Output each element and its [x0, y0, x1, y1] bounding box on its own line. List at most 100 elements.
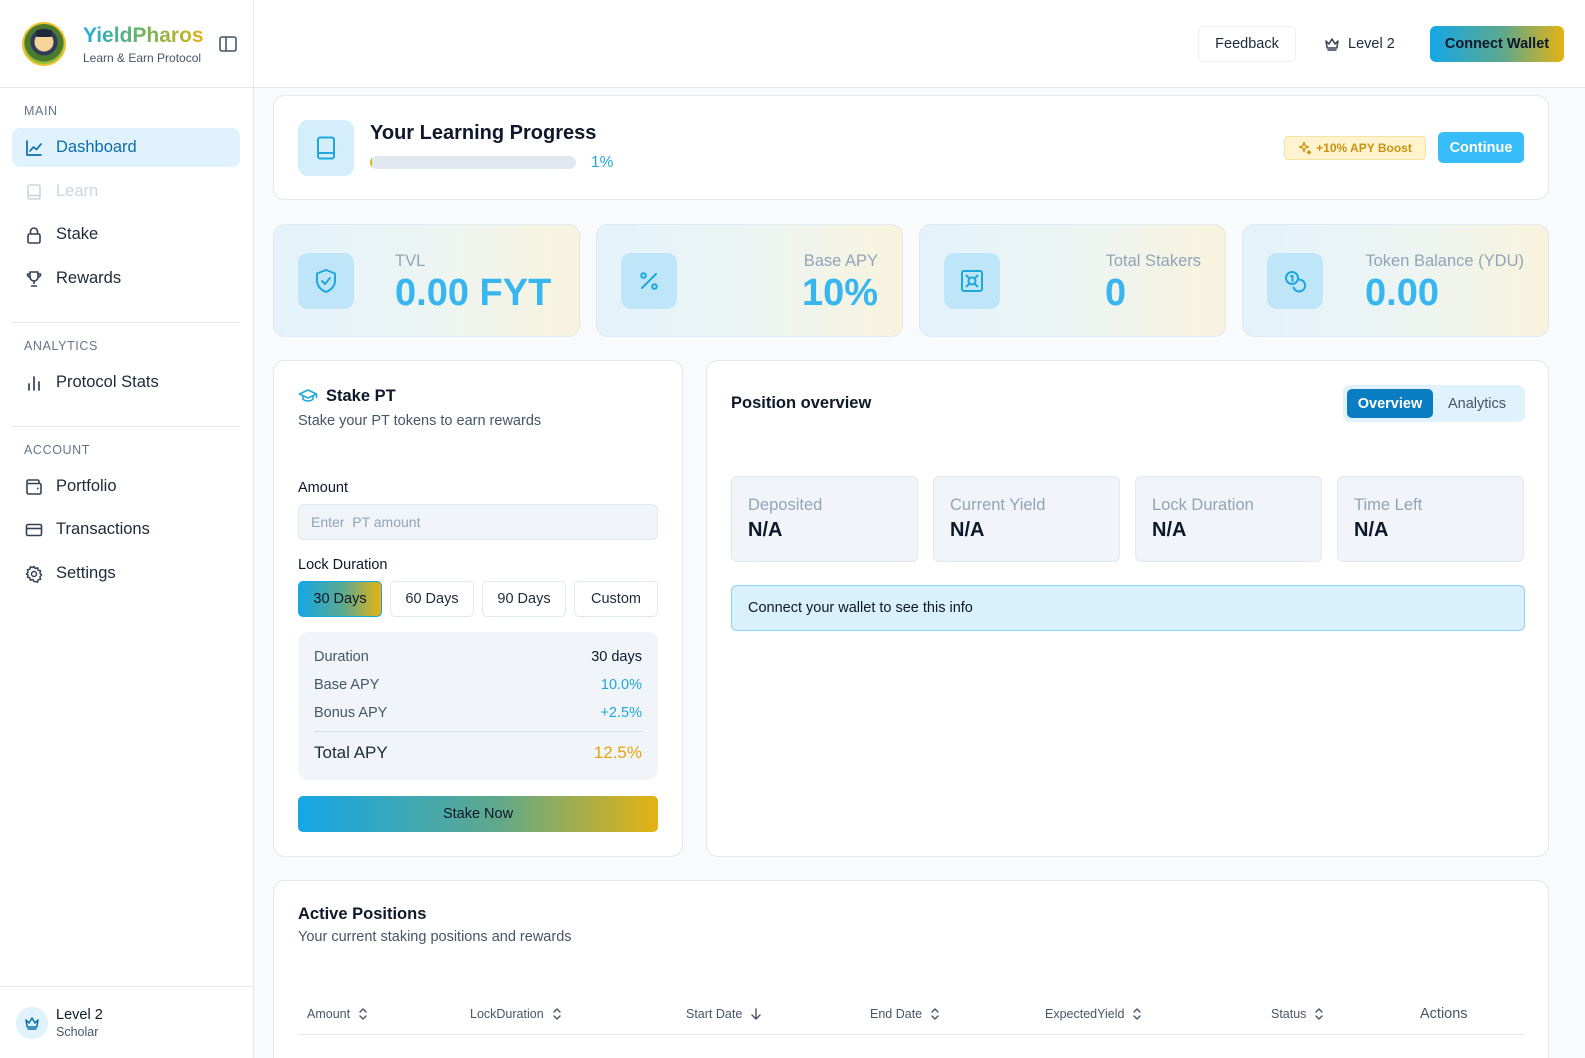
lock-icon — [24, 225, 44, 245]
column-header-lock-duration[interactable]: LockDuration — [470, 1005, 562, 1023]
stat-card-tvl: TVL 0.00 FYT — [273, 224, 580, 337]
column-header-label: Start Date — [686, 1007, 743, 1021]
summary-key: Base APY — [314, 677, 380, 693]
active-positions-subtitle: Your current staking positions and rewar… — [298, 929, 572, 945]
table-header-divider — [298, 1034, 1524, 1035]
stat-label: Base APY — [803, 252, 878, 270]
sort-descending-icon — [751, 1008, 761, 1020]
continue-button[interactable]: Continue — [1438, 132, 1524, 163]
duration-30-days-button[interactable]: 30 Days — [298, 581, 382, 617]
duration-60-days-button[interactable]: 60 Days — [390, 581, 474, 617]
sidebar-item-protocol-stats[interactable]: Protocol Stats — [12, 363, 240, 402]
level-indicator[interactable]: Level 2 — [1324, 26, 1395, 62]
progress-percent: 1% — [591, 154, 614, 171]
summary-value: 12.5% — [593, 743, 642, 762]
sort-icon — [931, 1008, 939, 1020]
bar-chart-icon — [24, 373, 44, 393]
section-label-account: ACCOUNT — [24, 443, 91, 457]
sort-icon — [1133, 1008, 1142, 1020]
column-header-start-date[interactable]: Start Date — [686, 1005, 762, 1023]
sidebar-item-label: Stake — [56, 225, 99, 243]
column-header-label: End Date — [870, 1007, 923, 1021]
metric-label: Time Left — [1354, 496, 1423, 514]
metric-value: N/A — [950, 519, 985, 541]
section-label-analytics: ANALYTICS — [24, 339, 98, 353]
column-header-label: LockDuration — [470, 1007, 544, 1021]
sidebar-item-label: Portfolio — [56, 477, 117, 495]
amount-input[interactable] — [298, 504, 658, 540]
summary-key: Total APY — [314, 743, 388, 762]
stake-now-button[interactable]: Stake Now — [298, 796, 658, 832]
sidebar-item-transactions[interactable]: Transactions — [12, 510, 240, 549]
column-header-end-date[interactable]: End Date — [870, 1005, 940, 1023]
column-header-label: ExpectedYield — [1045, 1007, 1125, 1021]
book-icon — [24, 182, 44, 202]
coins-icon — [1267, 253, 1323, 309]
column-header-label: Status — [1271, 1007, 1307, 1021]
summary-value: 10.0% — [600, 677, 642, 693]
feedback-button[interactable]: Feedback — [1198, 26, 1296, 62]
metric-time-left: Time Left N/A — [1337, 476, 1524, 562]
summary-key: Duration — [314, 649, 369, 665]
summary-row-bonus-apy: Bonus APY +2.5% — [314, 705, 642, 721]
percent-icon — [621, 253, 677, 309]
column-header-status[interactable]: Status — [1271, 1005, 1324, 1023]
section-label-main: MAIN — [24, 104, 58, 118]
apy-boost-badge: +10% APY Boost — [1284, 136, 1426, 160]
column-header-expected-yield[interactable]: ExpectedYield — [1045, 1005, 1142, 1023]
stat-value: 10% — [801, 272, 878, 314]
connect-wallet-button[interactable]: Connect Wallet — [1430, 26, 1564, 62]
footer-level: Level 2 — [56, 1006, 103, 1023]
tab-analytics[interactable]: Analytics — [1433, 389, 1521, 418]
stake-pt-card: Stake PT Stake your PT tokens to earn re… — [273, 360, 683, 857]
sidebar-item-label: Rewards — [56, 269, 122, 287]
summary-key: Bonus APY — [314, 705, 388, 721]
metric-value: N/A — [1152, 519, 1187, 541]
stat-value: 0.00 FYT — [395, 272, 552, 314]
brand: YieldPharos Learn & Earn Protocol — [0, 0, 253, 88]
progress-bar — [370, 156, 576, 169]
duration-custom-button[interactable]: Custom — [574, 581, 658, 617]
sidebar-item-learn: Learn — [12, 172, 240, 211]
metric-lock-duration: Lock Duration N/A — [1135, 476, 1322, 562]
metric-value: N/A — [1354, 519, 1389, 541]
sidebar-item-label: Learn — [56, 182, 99, 200]
sidebar-item-rewards[interactable]: Rewards — [12, 259, 240, 298]
sidebar-item-portfolio[interactable]: Portfolio — [12, 467, 240, 506]
metric-label: Lock Duration — [1152, 496, 1254, 514]
position-tabs: Overview Analytics — [1343, 385, 1525, 422]
sidebar-item-label: Settings — [56, 564, 116, 582]
active-positions-card: Active Positions Your current staking po… — [273, 880, 1549, 1058]
tab-overview[interactable]: Overview — [1347, 389, 1433, 418]
sidebar-item-stake[interactable]: Stake — [12, 215, 240, 254]
position-title: Position overview — [731, 394, 872, 412]
crown-icon — [1325, 38, 1339, 51]
column-header-amount[interactable]: Amount — [307, 1005, 368, 1023]
connect-wallet-notice: Connect your wallet to see this info — [731, 585, 1525, 631]
summary-divider — [314, 731, 642, 732]
top-header: Feedback Level 2 Connect Wallet — [254, 0, 1585, 88]
shield-check-icon — [298, 253, 354, 309]
stake-subtitle: Stake your PT tokens to earn rewards — [298, 413, 542, 429]
sidebar: YieldPharos Learn & Earn Protocol MAIN D… — [0, 0, 254, 1058]
stat-label: Token Balance (YDU) — [1365, 252, 1524, 270]
user-level-footer[interactable]: Level 2 Scholar — [0, 986, 253, 1058]
vault-icon — [944, 253, 1000, 309]
summary-row-duration: Duration 30 days — [314, 649, 642, 665]
duration-90-days-button[interactable]: 90 Days — [482, 581, 566, 617]
summary-row-base-apy: Base APY 10.0% — [314, 677, 642, 693]
summary-value: 30 days — [591, 649, 642, 665]
crown-icon — [16, 1006, 48, 1039]
brand-name: YieldPharos — [83, 23, 204, 47]
stat-card-token-balance: Token Balance (YDU) 0.00 — [1242, 224, 1549, 337]
summary-value: +2.5% — [600, 705, 642, 721]
sidebar-item-dashboard[interactable]: Dashboard — [12, 128, 240, 167]
sidebar-toggle-icon[interactable] — [218, 34, 238, 54]
sparkles-icon — [1298, 141, 1312, 155]
sidebar-item-settings[interactable]: Settings — [12, 554, 240, 593]
lock-duration-label: Lock Duration — [298, 557, 388, 573]
column-header-actions: Actions — [1420, 1005, 1468, 1023]
metric-deposited: Deposited N/A — [731, 476, 918, 562]
metric-label: Deposited — [748, 496, 823, 514]
book-icon — [298, 120, 354, 176]
